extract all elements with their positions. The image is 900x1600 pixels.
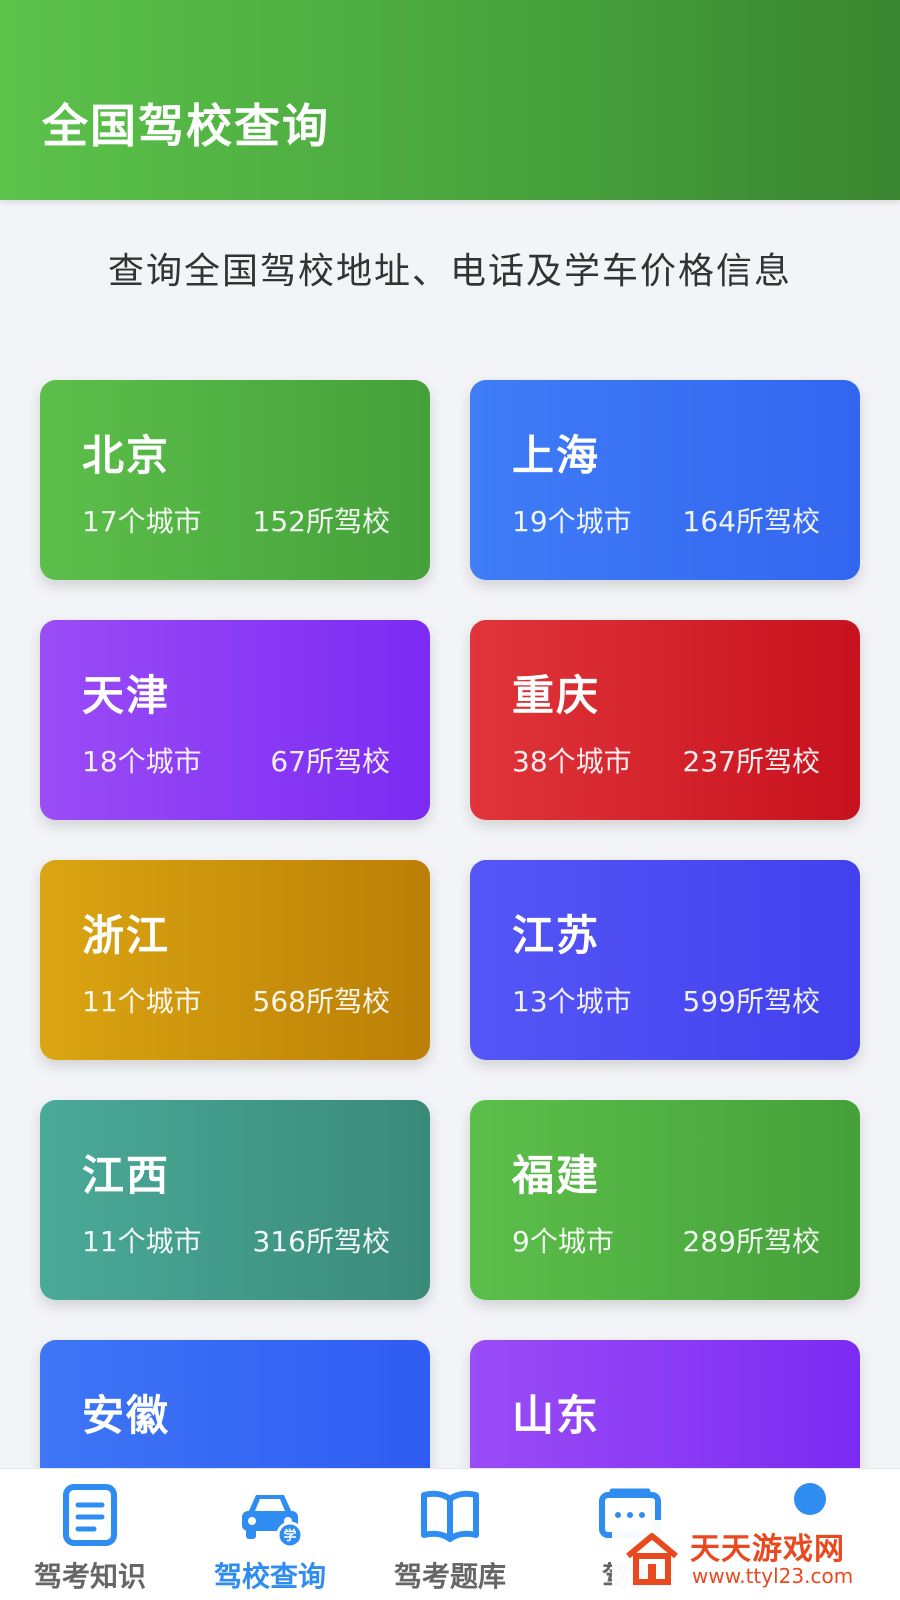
city-count: 9个城市 [512,1225,614,1258]
province-name: 江苏 [512,911,601,960]
province-name: 天津 [82,671,171,720]
page-title: 全国驾校查询 [42,99,330,153]
city-count: 13个城市 [512,985,632,1018]
school-count: 599所驾校 [682,985,820,1018]
car-badge-text: 学 [283,1528,296,1544]
tab-school-search[interactable]: 学 驾校查询 [180,1469,360,1600]
watermark: 天天游戏网 www.ttyl23.com [612,1520,900,1600]
city-count: 11个城市 [82,1225,202,1258]
watermark-name: 天天游戏网 [690,1532,845,1567]
province-name: 北京 [82,431,171,480]
school-count: 568所驾校 [252,985,390,1018]
tab-question-bank[interactable]: 驾考题库 [360,1469,540,1600]
tab-label: 驾校查询 [213,1560,326,1593]
province-card-beijing[interactable]: 北京 17个城市 152所驾校 [40,380,430,580]
province-name: 安徽 [82,1391,171,1440]
city-count: 38个城市 [512,745,632,778]
province-card-jiangxi[interactable]: 江西 11个城市 316所驾校 [40,1100,430,1300]
tab-label: 驾考知识 [33,1560,146,1593]
page-subtitle: 查询全国驾校地址、电话及学车价格信息 [107,251,792,292]
city-count: 11个城市 [82,985,202,1018]
school-count: 67所驾校 [270,745,390,778]
province-card-shanghai[interactable]: 上海 19个城市 164所驾校 [470,380,860,580]
province-card-tianjin[interactable]: 天津 18个城市 67所驾校 [40,620,430,820]
province-name: 福建 [512,1151,601,1200]
city-count: 18个城市 [82,745,202,778]
province-card-jiangsu[interactable]: 江苏 13个城市 599所驾校 [470,860,860,1060]
province-name: 山东 [512,1391,601,1440]
document-icon [63,1484,117,1546]
tab-label: 驾考题库 [393,1560,506,1593]
house-logo-icon [626,1533,678,1585]
watermark-url: www.ttyl23.com [692,1564,854,1588]
school-count: 164所驾校 [682,505,820,538]
car-icon: 学 [242,1495,304,1549]
city-count: 19个城市 [512,505,632,538]
school-count: 289所驾校 [682,1225,820,1258]
province-name: 浙江 [82,911,171,960]
province-name: 江西 [82,1151,171,1200]
school-count: 316所驾校 [252,1225,390,1258]
school-count: 237所驾校 [682,745,820,778]
province-card-fujian[interactable]: 福建 9个城市 289所驾校 [470,1100,860,1300]
province-name: 重庆 [512,671,601,720]
city-count: 17个城市 [82,505,202,538]
province-card-chongqing[interactable]: 重庆 38个城市 237所驾校 [470,620,860,820]
province-card-zhejiang[interactable]: 浙江 11个城市 568所驾校 [40,860,430,1060]
school-count: 152所驾校 [252,505,390,538]
book-icon [421,1490,479,1542]
header-bar: 全国驾校查询 [0,0,900,200]
province-name: 上海 [512,431,601,480]
tab-driving-knowledge[interactable]: 驾考知识 [0,1469,180,1600]
